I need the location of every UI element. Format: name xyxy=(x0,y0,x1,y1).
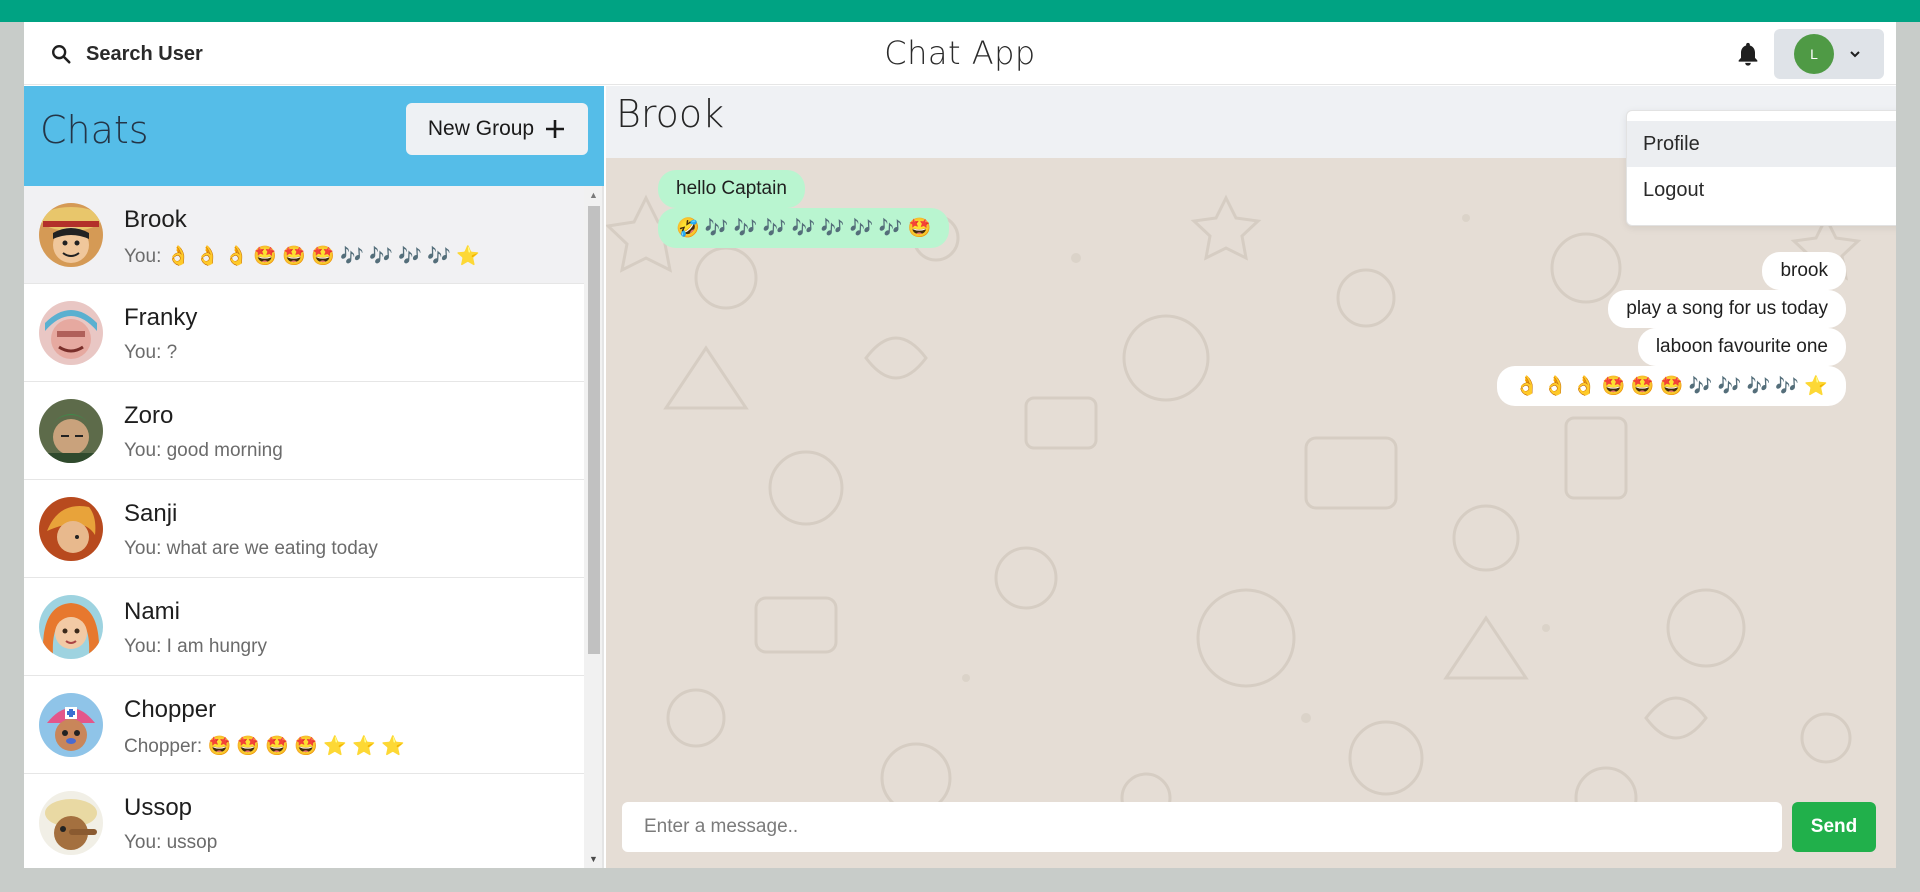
message-outgoing: laboon favourite one xyxy=(1637,328,1846,366)
avatar xyxy=(39,203,103,267)
chat-item-nami[interactable]: Nami You: I am hungry xyxy=(24,578,584,676)
message-area: hello Captain 🤣 🎶 🎶 🎶 🎶 🎶 🎶 🎶 🤩 brook pl… xyxy=(606,158,1896,868)
avatar xyxy=(39,595,103,659)
avatar xyxy=(39,693,103,757)
chat-name: Sanji xyxy=(124,500,178,527)
chat-item-franky[interactable]: Franky You: ? xyxy=(24,284,584,382)
chat-item-brook[interactable]: Brook You: 👌 👌 👌 🤩 🤩 🤩 🎶 🎶 🎶 🎶 ⭐ xyxy=(24,186,584,284)
message-outgoing: 👌 👌 👌 🤩 🤩 🤩 🎶 🎶 🎶 🎶 ⭐ xyxy=(1496,366,1846,406)
chat-name: Nami xyxy=(124,598,181,625)
chat-item-sanji[interactable]: Sanji You: what are we eating today xyxy=(24,480,584,578)
menu-item-profile[interactable]: Profile xyxy=(1627,121,1896,167)
top-header: Search User Chat App L xyxy=(24,22,1896,85)
chevron-down-icon xyxy=(1850,51,1860,58)
chat-name: Chopper xyxy=(124,696,217,723)
bell-icon[interactable] xyxy=(1734,40,1762,68)
avatar xyxy=(39,301,103,365)
chat-preview: You: 👌 👌 👌 🤩 🤩 🤩 🎶 🎶 🎶 🎶 ⭐ xyxy=(124,246,480,267)
new-group-label: New Group xyxy=(427,117,535,140)
chat-preview: Chopper: 🤩 🤩 🤩 🤩 ⭐ ⭐ ⭐ xyxy=(124,736,405,757)
chat-preview: You: ? xyxy=(124,342,178,363)
avatar xyxy=(39,791,103,855)
app-title: Chat App xyxy=(884,34,1036,72)
chat-wallpaper-pattern xyxy=(606,194,1862,852)
chat-item-chopper[interactable]: Chopper Chopper: 🤩 🤩 🤩 🤩 ⭐ ⭐ ⭐ xyxy=(24,676,584,774)
user-menu-button[interactable]: L xyxy=(1774,29,1884,79)
chat-name: Franky xyxy=(124,304,198,331)
app-frame: Search User Chat App L Chats New Group B… xyxy=(24,22,1896,868)
message-outgoing: play a song for us today xyxy=(1608,290,1846,328)
chat-item-ussop[interactable]: Ussop You: ussop xyxy=(24,774,584,868)
avatar xyxy=(39,399,103,463)
scroll-up-arrow-icon[interactable]: ▲ xyxy=(589,190,598,200)
chat-list: Brook You: 👌 👌 👌 🤩 🤩 🤩 🎶 🎶 🎶 🎶 ⭐ Franky … xyxy=(24,186,584,868)
avatar xyxy=(39,497,103,561)
chat-item-zoro[interactable]: Zoro You: good morning xyxy=(24,382,584,480)
menu-item-logout[interactable]: Logout xyxy=(1627,167,1896,213)
new-group-button[interactable]: New Group xyxy=(406,103,588,155)
sidebar-title: Chats xyxy=(40,108,149,152)
avatar: L xyxy=(1794,34,1834,74)
message-incoming: hello Captain xyxy=(658,170,805,208)
chat-preview: You: ussop xyxy=(124,832,218,853)
chat-preview: You: good morning xyxy=(124,440,283,461)
chat-title: Brook xyxy=(616,92,725,136)
sidebar-header: Chats New Group xyxy=(24,86,604,186)
chat-name: Zoro xyxy=(124,402,174,429)
scroll-thumb[interactable] xyxy=(588,206,600,654)
send-button[interactable]: Send xyxy=(1792,802,1876,852)
chat-name: Ussop xyxy=(124,794,193,821)
top-band xyxy=(0,0,1920,22)
plus-icon xyxy=(546,120,565,138)
chat-preview: You: what are we eating today xyxy=(124,538,378,559)
chat-name: Brook xyxy=(124,206,187,233)
message-incoming: 🤣 🎶 🎶 🎶 🎶 🎶 🎶 🎶 🤩 xyxy=(658,208,950,248)
user-dropdown-menu: Profile Logout xyxy=(1626,110,1896,226)
scroll-down-arrow-icon[interactable]: ▼ xyxy=(589,854,598,864)
message-outgoing: brook xyxy=(1762,252,1846,290)
chats-sidebar: Chats New Group Brook You: 👌 👌 👌 🤩 🤩 🤩 🎶… xyxy=(24,86,604,868)
chat-list-scrollbar[interactable]: ▲ ▼ xyxy=(584,186,602,868)
message-input[interactable] xyxy=(622,802,1782,852)
chat-preview: You: I am hungry xyxy=(124,636,267,657)
